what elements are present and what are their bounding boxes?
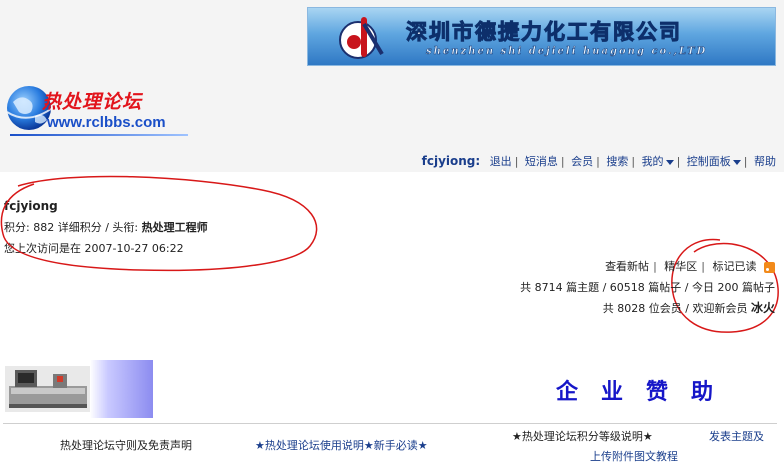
current-username[interactable]: fcjyiong: [422, 154, 481, 168]
user-points-line: 积分: 882 详细积分 / 头衔: 热处理工程师 [4, 217, 208, 238]
nav-logout[interactable]: 退出 [490, 155, 512, 168]
nav-control-panel-label: 控制面板 [686, 155, 731, 168]
sponsor-thumbnail[interactable] [3, 360, 153, 418]
user-title: 热处理工程师 [141, 221, 208, 234]
new-member-link[interactable]: 冰火 [751, 301, 775, 315]
user-info-panel: fcjyiong 积分: 882 详细积分 / 头衔: 热处理工程师 您上次访问… [4, 196, 208, 259]
sponsor-title: 企业赞助 [556, 379, 737, 405]
view-new-posts-link[interactable]: 查看新帖 [605, 260, 649, 273]
digest-link[interactable]: 精华区 [664, 260, 697, 273]
usage-guide-link[interactable]: ★热处理论坛使用说明★新手必读★ [255, 437, 428, 453]
nav-my-label: 我的 [641, 155, 664, 168]
site-logo-name: 热处理论坛 [42, 91, 143, 113]
user-points: 积分: 882 详细积分 / 头衔: [4, 221, 142, 234]
nav-search[interactable]: 搜索 [606, 155, 628, 168]
mark-read-link[interactable]: 标记已读 [713, 260, 757, 273]
forum-stats-posts: 共 8714 篇主题 / 60518 篇帖子 / 今日 200 篇帖子 [520, 281, 775, 294]
nav-members[interactable]: 会员 [571, 155, 593, 168]
nav-control-panel[interactable]: 控制面板 [687, 155, 741, 168]
machine-image-icon [5, 366, 90, 412]
rss-icon[interactable] [764, 261, 775, 273]
sponsor-banner[interactable]: 深圳市德捷力化工有限公司 shenzhen shi dejieli huagon… [307, 7, 776, 66]
banner-company-subtitle: shenzhen shi dejieli huagong co.,LTD [426, 46, 708, 58]
company-logo-icon [339, 17, 384, 59]
top-navigation: fcjyiong: 退出 | 短消息 | 会员 | 搜索 | 我的 | 控制面板 | 帮助 [421, 154, 776, 168]
site-logo-url: www.rclbbs.com [47, 114, 166, 131]
site-logo[interactable]: 热处理论坛 www.rclbbs.com [5, 82, 188, 142]
forum-stats-members: 共 8028 位会员 / 欢迎新会员 冰火 [603, 299, 775, 316]
post-tutorial-link-line2[interactable]: 上传附件图文教程 [590, 448, 678, 464]
chevron-down-icon [665, 159, 674, 165]
banner-company-name: 深圳市德捷力化工有限公司 [406, 19, 682, 45]
rules-link[interactable]: 热处理论坛守则及免责声明 [60, 437, 192, 453]
chevron-down-icon [732, 159, 741, 165]
nav-help[interactable]: 帮助 [754, 155, 776, 168]
points-levels-link[interactable]: ★热处理论坛积分等级说明★ [512, 428, 653, 444]
divider [3, 423, 777, 424]
post-tutorial-link-line1[interactable]: 发表主题及 [709, 428, 764, 444]
quick-links: 查看新帖 | 精华区 | 标记已读 [605, 258, 775, 274]
user-name: fcjyiong [4, 199, 58, 213]
member-count-text: 共 8028 位会员 / 欢迎新会员 [602, 302, 751, 315]
nav-my[interactable]: 我的 [642, 155, 674, 168]
nav-messages[interactable]: 短消息 [525, 155, 558, 168]
user-last-visit: 您上次访问是在 2007-10-27 06:22 [4, 242, 184, 255]
site-logo-underline [10, 134, 188, 136]
